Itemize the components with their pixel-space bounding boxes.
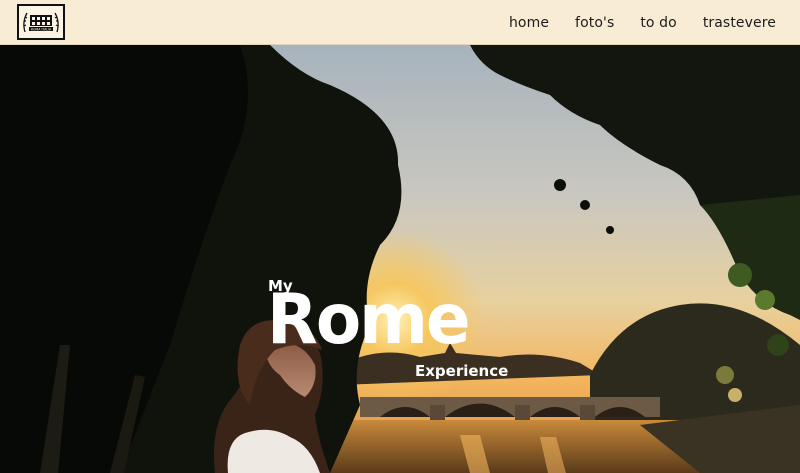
logo-text: ROMA ITALIA [31, 27, 52, 31]
nav-trastevere[interactable]: trastevere [703, 15, 776, 31]
nav-fotos[interactable]: foto's [575, 15, 614, 31]
colosseum-icon: ROMA ITALIA [23, 12, 59, 33]
logo[interactable]: ROMA ITALIA [17, 4, 65, 40]
hero-photo [0, 45, 800, 473]
hero-title: My Rome Experience [266, 273, 546, 383]
top-navbar: ROMA ITALIA home foto's to do trastevere [0, 0, 800, 45]
main-nav: home foto's to do trastevere [509, 0, 776, 45]
nav-to-do[interactable]: to do [640, 15, 676, 31]
hero-section: My Rome Experience [0, 45, 800, 473]
hero-title-sub: Experience [415, 362, 509, 380]
nav-home[interactable]: home [509, 15, 549, 31]
hero-title-big: Rome [267, 278, 471, 360]
